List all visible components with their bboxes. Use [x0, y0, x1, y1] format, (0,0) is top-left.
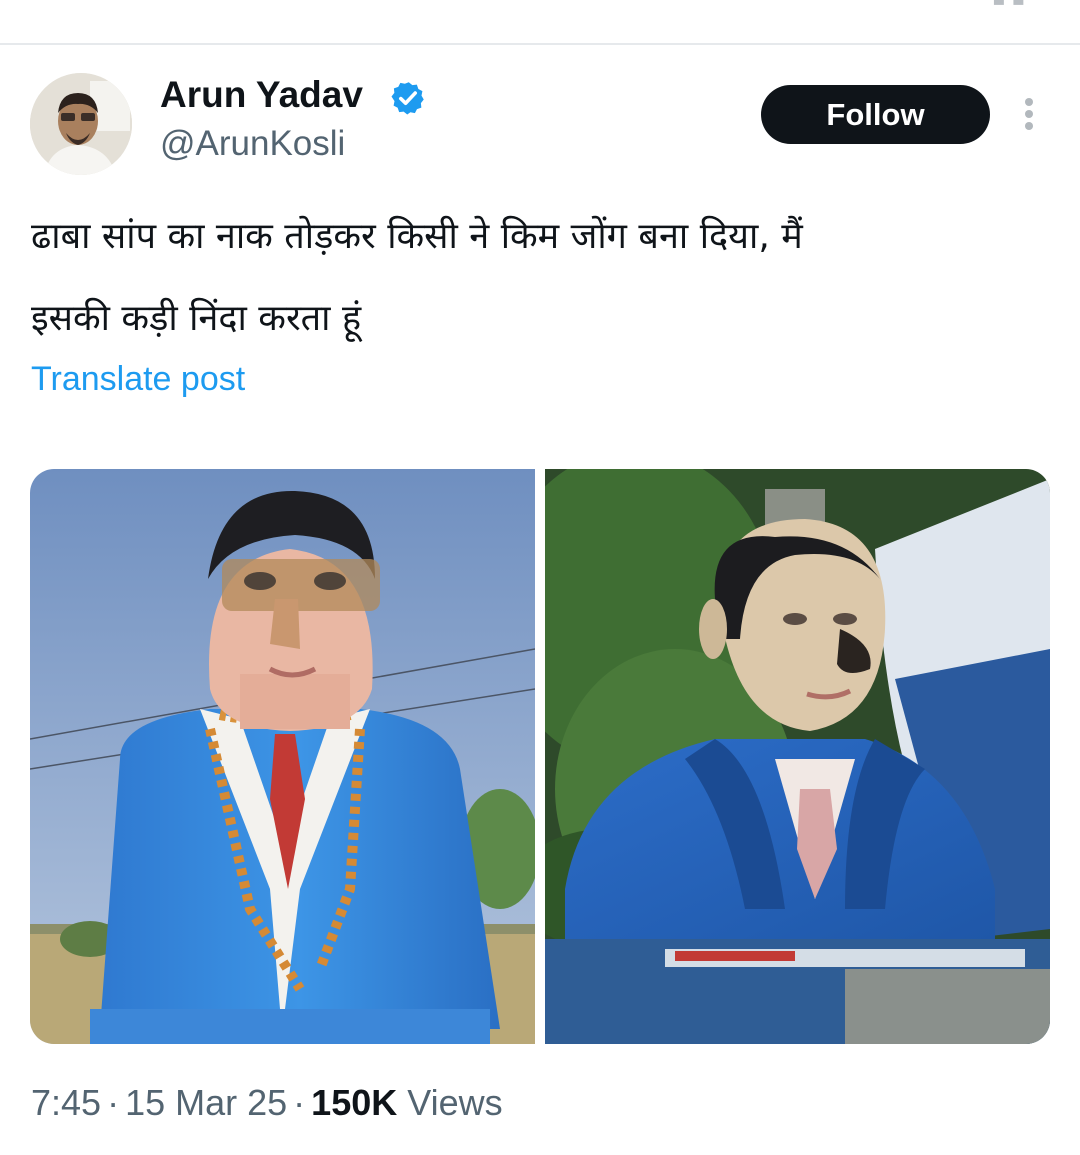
author-handle[interactable]: @ArunKosli [160, 124, 345, 164]
views-count[interactable]: 150K [311, 1082, 397, 1123]
views-label: Views [407, 1082, 503, 1123]
meta-separator: · [107, 1082, 120, 1123]
top-divider [0, 43, 1080, 45]
post-text: ढाबा सांप का नाक तोड़कर किसी ने किम जोंग… [31, 216, 803, 339]
media-grid [30, 469, 1050, 1044]
verified-badge-icon [391, 82, 424, 115]
tweet-time[interactable]: 7:45 [31, 1082, 101, 1123]
avatar[interactable] [30, 73, 132, 175]
avatar-photo [30, 73, 132, 175]
follow-button[interactable]: Follow [761, 85, 990, 144]
author-name[interactable]: Arun Yadav [160, 74, 363, 116]
tweet-date[interactable]: 15 Mar 25 [125, 1082, 287, 1123]
more-vertical-icon[interactable] [1014, 96, 1044, 136]
tweet-meta: 7:45 · 15 Mar 25 · 150K Views [31, 1082, 503, 1124]
statue-photo-right[interactable] [545, 469, 1050, 1044]
statue-photo-left[interactable] [30, 469, 535, 1044]
top-overflow-icon: ▪▪ [992, 0, 1052, 10]
translate-post-link[interactable]: Translate post [31, 360, 245, 399]
meta-separator: · [293, 1082, 306, 1123]
